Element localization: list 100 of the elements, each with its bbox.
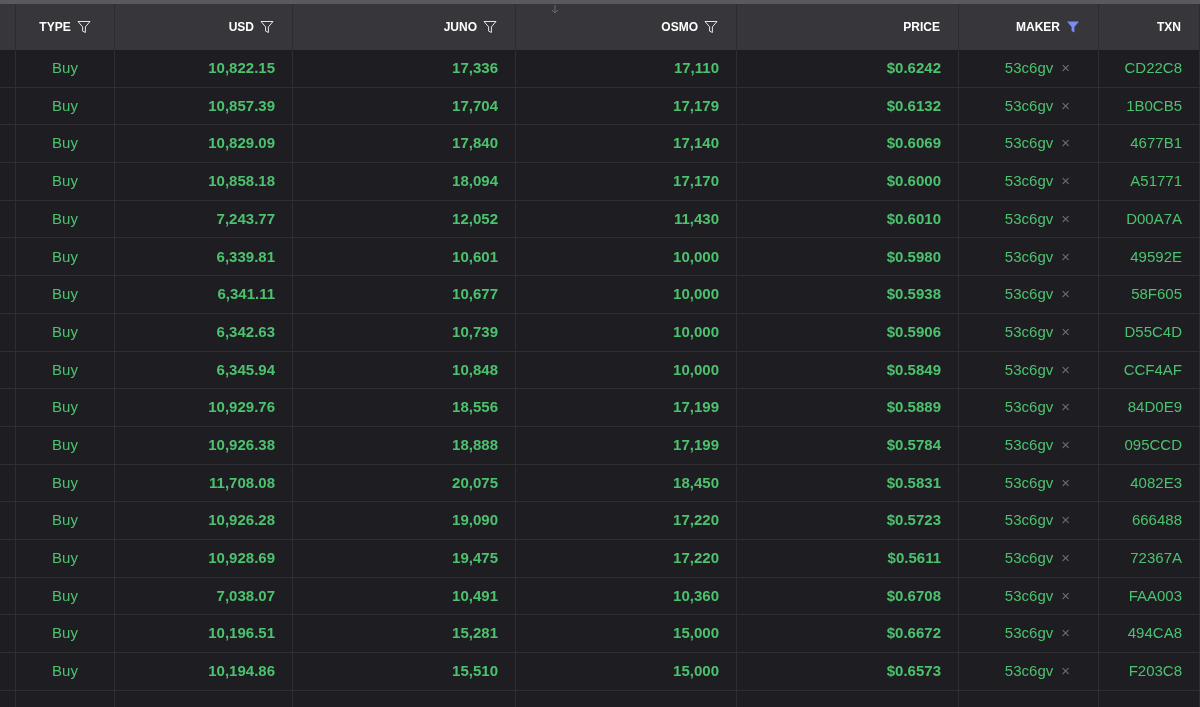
table-cell-text: 10,000 — [673, 321, 719, 342]
maker-link[interactable]: 53c6gv — [1004, 94, 1054, 118]
column-header[interactable]: USD — [228, 18, 254, 36]
maker-link[interactable]: 53c6gv — [1004, 509, 1054, 532]
table-cell-text: 15,281 — [452, 623, 498, 644]
table-cell-text: $0.5938 — [886, 284, 941, 305]
filter-icon[interactable] — [483, 20, 497, 34]
filter-icon[interactable] — [1066, 20, 1080, 34]
table-cell-text: 15,000 — [673, 623, 719, 644]
txn-link[interactable]: 4082E3 — [1130, 471, 1182, 495]
table-cell-text: $0.5723 — [886, 510, 941, 531]
table-cell-text: 10,601 — [452, 246, 498, 267]
txn-link[interactable]: 4677B1 — [1130, 132, 1182, 155]
txn-link[interactable]: D00A7A — [1126, 207, 1182, 231]
txn-link[interactable]: 1B0CB5 — [1126, 94, 1182, 118]
table-cell-text: 6,345.94 — [216, 359, 275, 380]
table-cell-text: $0.6242 — [886, 58, 941, 79]
txn-link[interactable]: 494CA8 — [1127, 622, 1182, 645]
table-cell-text: 15,510 — [452, 661, 498, 682]
maker-link[interactable]: 53c6gv — [1004, 396, 1054, 419]
maker-link[interactable]: 53c6gv — [1004, 283, 1054, 306]
table-cell-text: $0.6708 — [886, 585, 941, 606]
column-header[interactable]: JUNO — [443, 18, 477, 36]
table-cell-text: 10,677 — [452, 284, 498, 305]
maker-link[interactable]: 53c6gv — [1004, 547, 1054, 570]
table-cell-text: 10,926.28 — [208, 510, 275, 531]
maker-link[interactable]: 53c6gv — [1004, 57, 1054, 80]
table-cell-text: 10,196.51 — [208, 623, 275, 644]
table-cell-text: 10,858.18 — [208, 171, 275, 192]
filter-icon[interactable] — [260, 20, 274, 34]
maker-link[interactable]: 53c6gv — [1004, 622, 1054, 645]
table-cell-text: 17,140 — [673, 133, 719, 154]
trade-type: Buy — [52, 548, 78, 569]
trade-type: Buy — [52, 623, 78, 644]
column-header[interactable]: MAKER — [1016, 18, 1060, 36]
maker-link[interactable]: 53c6gv — [1004, 320, 1054, 344]
table-cell-text: 7,038.07 — [216, 585, 275, 606]
table-cell-text: 17,179 — [673, 95, 719, 116]
txn-link[interactable]: 666488 — [1131, 509, 1182, 532]
column-header[interactable]: PRICE — [903, 18, 940, 36]
table-cell-text: $0.5849 — [886, 359, 941, 380]
txn-link[interactable]: 58F605 — [1131, 283, 1182, 306]
maker-link[interactable]: 53c6gv — [1004, 471, 1054, 495]
filter-icon[interactable] — [704, 20, 718, 34]
table-cell-text: 10,739 — [452, 321, 498, 342]
table-cell-text: $0.5889 — [886, 397, 941, 418]
maker-link[interactable]: 53c6gv — [1004, 207, 1054, 231]
table-cell-text: 17,199 — [673, 434, 719, 455]
column-header[interactable]: OSMO — [661, 18, 698, 36]
table-cell-text: $0.6132 — [886, 95, 941, 116]
table-cell-text: 17,704 — [452, 95, 498, 116]
column-header[interactable]: TXN — [1157, 18, 1181, 36]
maker-link[interactable]: 53c6gv — [1004, 433, 1054, 457]
table-cell-text: 11,708.08 — [209, 472, 275, 493]
column-header[interactable]: TYPE — [39, 18, 71, 36]
txn-link[interactable]: F203C8 — [1128, 660, 1182, 683]
table-cell-text: 17,840 — [452, 133, 498, 154]
table-cell-text: 10,929.76 — [208, 397, 275, 418]
trade-type: Buy — [52, 58, 78, 79]
table-cell-text: $0.5906 — [886, 321, 941, 342]
trade-type: Buy — [52, 284, 78, 305]
txn-link[interactable]: 095CCD — [1124, 433, 1182, 457]
table-cell-text: 18,094 — [452, 171, 498, 192]
table-cell-text: 17,199 — [673, 397, 719, 418]
txn-link[interactable]: 49592E — [1130, 245, 1182, 269]
txn-link[interactable]: FAA003 — [1128, 584, 1182, 608]
maker-link[interactable]: 53c6gv — [1004, 660, 1054, 683]
table-cell-text: 12,052 — [452, 208, 498, 229]
trade-type: Buy — [52, 397, 78, 418]
table-cell-text: $0.6000 — [886, 171, 941, 192]
table-cell-text: 17,220 — [673, 510, 719, 531]
table-cell-text: 18,556 — [452, 397, 498, 418]
table-cell-text: 10,857.39 — [208, 95, 275, 116]
table-cell-text: 10,000 — [673, 359, 719, 380]
txn-link[interactable]: A51771 — [1130, 170, 1182, 193]
table-cell-text: $0.5980 — [886, 246, 941, 267]
trade-type: Buy — [52, 510, 78, 531]
maker-link[interactable]: 53c6gv — [1004, 170, 1054, 193]
table-cell-text: 10,000 — [673, 284, 719, 305]
table-cell-text: 18,888 — [452, 434, 498, 455]
filter-icon[interactable] — [76, 20, 91, 34]
table-cell-text: $0.6010 — [886, 208, 941, 229]
txn-link[interactable]: 84D0E9 — [1127, 396, 1182, 419]
trade-type: Buy — [52, 472, 78, 493]
table-cell-text: 6,342.63 — [216, 321, 275, 342]
maker-link[interactable]: 53c6gv — [1004, 245, 1054, 269]
table-cell-text: 15,000 — [673, 661, 719, 682]
txn-link[interactable]: D55C4D — [1124, 320, 1182, 344]
trade-type: Buy — [52, 95, 78, 116]
table-cell-text: 6,339.81 — [216, 246, 275, 267]
txn-link[interactable]: 72367A — [1130, 547, 1182, 570]
txn-link[interactable]: CD22C8 — [1124, 57, 1182, 80]
table-cell-text: 10,829.09 — [208, 133, 275, 154]
maker-link[interactable]: 53c6gv — [1004, 584, 1054, 608]
table-cell-text: 6,341.11 — [217, 284, 275, 305]
txn-link[interactable]: CCF4AF — [1123, 358, 1182, 382]
table-cell-text: $0.5611 — [887, 548, 941, 569]
trade-type: Buy — [52, 434, 78, 455]
maker-link[interactable]: 53c6gv — [1004, 132, 1054, 155]
maker-link[interactable]: 53c6gv — [1004, 358, 1054, 382]
